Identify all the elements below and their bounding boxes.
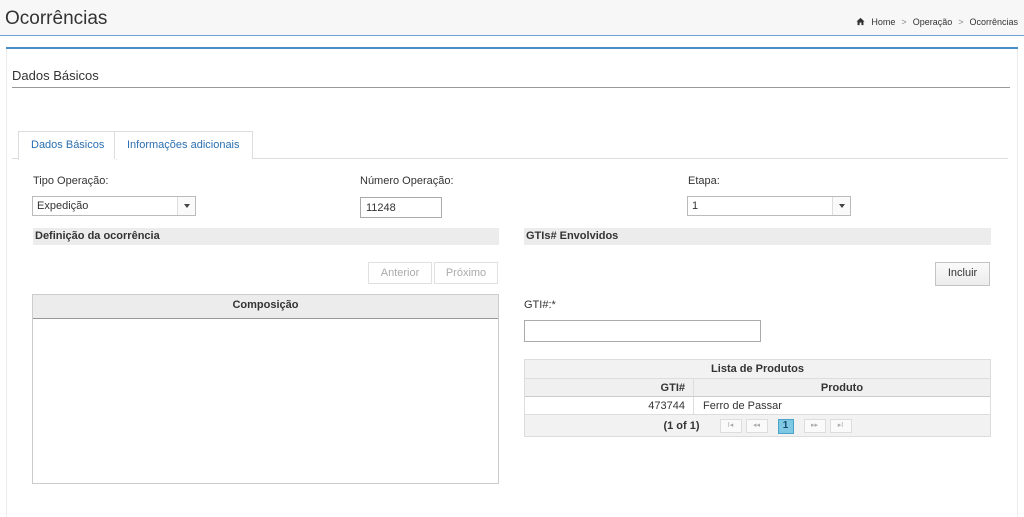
cell-gti: 473744 bbox=[525, 397, 694, 414]
proximo-button[interactable]: Próximo bbox=[434, 262, 498, 284]
column-header-gti[interactable]: GTI# bbox=[525, 379, 694, 396]
table-row[interactable]: 473744 Ferro de Passar bbox=[525, 397, 990, 415]
last-page-icon[interactable]: ▸I bbox=[829, 419, 852, 433]
previous-page-icon[interactable]: ◂◂ bbox=[745, 419, 768, 433]
page-number-button[interactable]: 1 bbox=[777, 418, 794, 434]
tipo-operacao-label: Tipo Operação: bbox=[33, 175, 109, 187]
numero-operacao-label: Número Operação: bbox=[360, 175, 454, 187]
tipo-operacao-select[interactable]: Expedição bbox=[32, 196, 196, 216]
tab-bar: Dados Básicos Informações adicionais bbox=[12, 131, 1008, 160]
top-bar: Ocorrências Home > Operação > Ocorrência… bbox=[0, 0, 1024, 36]
breadcrumb-operacao[interactable]: Operação bbox=[913, 17, 953, 27]
anterior-button[interactable]: Anterior bbox=[368, 262, 432, 284]
section-divider bbox=[12, 87, 1010, 88]
column-header-produto[interactable]: Produto bbox=[694, 379, 990, 396]
next-page-icon[interactable]: ▸▸ bbox=[803, 419, 826, 433]
incluir-button[interactable]: Incluir bbox=[935, 262, 990, 286]
section-title: Dados Básicos bbox=[12, 68, 99, 83]
composicao-header: Composição bbox=[33, 295, 498, 319]
etapa-label: Etapa: bbox=[688, 175, 720, 187]
definicao-ocorrencia-header: Definição da ocorrência bbox=[33, 228, 499, 245]
tab-dados-basicos[interactable]: Dados Básicos bbox=[18, 131, 118, 160]
breadcrumb-separator: > bbox=[958, 17, 964, 27]
table-header-row: GTI# Produto bbox=[525, 379, 990, 397]
gti-input[interactable] bbox=[524, 320, 761, 342]
composicao-panel: Composição bbox=[32, 294, 499, 484]
etapa-select[interactable]: 1 bbox=[687, 196, 851, 216]
gtis-envolvidos-header: GTIs# Envolvidos bbox=[524, 228, 991, 245]
breadcrumb: Home > Operação > Ocorrências bbox=[856, 17, 1018, 27]
chevron-down-icon[interactable] bbox=[832, 197, 850, 215]
chevron-down-icon[interactable] bbox=[177, 197, 195, 215]
breadcrumb-ocorrencias[interactable]: Ocorrências bbox=[969, 17, 1018, 27]
tipo-operacao-value: Expedição bbox=[37, 200, 89, 212]
etapa-value: 1 bbox=[692, 200, 699, 212]
gti-label: GTI#:* bbox=[524, 299, 556, 311]
table-caption: Lista de Produtos bbox=[525, 360, 990, 379]
lista-produtos-table: Lista de Produtos GTI# Produto 473744 Fe… bbox=[524, 359, 991, 437]
breadcrumb-home[interactable]: Home bbox=[871, 17, 895, 27]
breadcrumb-separator: > bbox=[901, 17, 907, 27]
cell-produto: Ferro de Passar bbox=[703, 400, 782, 412]
home-icon[interactable] bbox=[856, 17, 865, 27]
pager-status: (1 of 1) bbox=[663, 420, 700, 432]
paginator: (1 of 1) I◂ ◂◂ 1 ▸▸ ▸I bbox=[525, 415, 990, 437]
tab-informacoes-adicionais[interactable]: Informações adicionais bbox=[114, 131, 253, 159]
first-page-icon[interactable]: I◂ bbox=[719, 419, 742, 433]
numero-operacao-input[interactable]: 11248 bbox=[360, 197, 442, 218]
page-title: Ocorrências bbox=[5, 8, 108, 29]
